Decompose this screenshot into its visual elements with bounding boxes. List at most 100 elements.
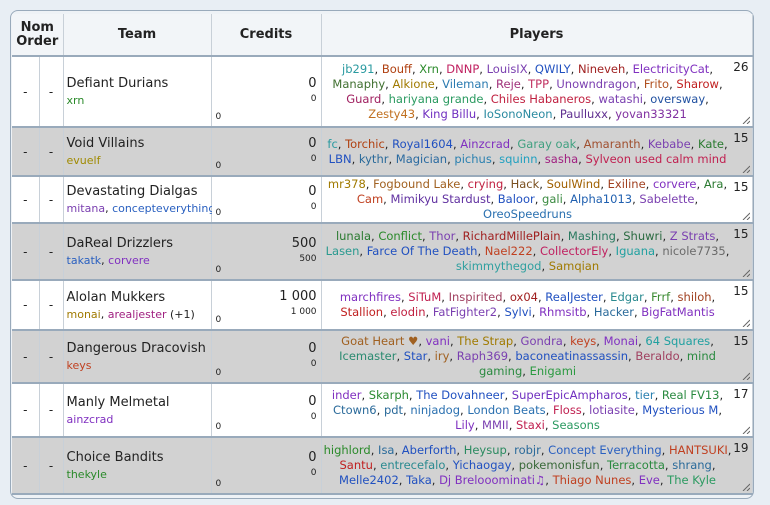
player-link[interactable]: Edgar bbox=[610, 290, 644, 304]
player-link[interactable]: IoSonoNeon bbox=[483, 107, 552, 121]
player-link[interactable]: Sylveon used calm mind bbox=[585, 152, 726, 166]
player-link[interactable]: shiloh bbox=[678, 290, 712, 304]
resize-grip-icon[interactable] bbox=[742, 165, 750, 173]
player-link[interactable]: Sylvi bbox=[504, 305, 531, 319]
player-link[interactable]: The Dovahneer bbox=[416, 388, 504, 402]
player-link[interactable]: elodin bbox=[390, 305, 425, 319]
player-link[interactable]: Baloor bbox=[498, 192, 535, 206]
player-link[interactable]: Frrf bbox=[651, 290, 670, 304]
player-link[interactable]: BigFatMantis bbox=[641, 305, 714, 319]
player-link[interactable]: pdt bbox=[384, 403, 403, 417]
player-link[interactable]: RichardMillePlain bbox=[463, 229, 561, 243]
team-name[interactable]: Dangerous Dracovish bbox=[64, 341, 211, 356]
team-manager-link[interactable]: ainzcrad bbox=[67, 413, 114, 426]
resize-grip-icon[interactable] bbox=[742, 426, 750, 434]
player-link[interactable]: Melle2402 bbox=[339, 473, 399, 487]
player-link[interactable]: DNNP bbox=[446, 62, 479, 76]
player-link[interactable]: Hack bbox=[511, 177, 540, 191]
player-link[interactable]: nicole7735 bbox=[662, 244, 725, 258]
team-manager-link[interactable]: concepteverything bbox=[112, 202, 215, 215]
player-link[interactable]: London Beats bbox=[467, 403, 545, 417]
player-link[interactable]: Aberforth bbox=[402, 443, 457, 457]
player-link[interactable]: Xrn bbox=[419, 62, 439, 76]
player-link[interactable]: Skarph bbox=[369, 388, 409, 402]
player-link[interactable]: Kate bbox=[698, 137, 724, 151]
player-link[interactable]: Raph369 bbox=[457, 349, 508, 363]
player-link[interactable]: King Billu bbox=[422, 107, 476, 121]
player-link[interactable]: Nael222 bbox=[485, 244, 533, 258]
player-link[interactable]: Reje bbox=[496, 77, 521, 91]
player-link[interactable]: Samqian bbox=[549, 259, 599, 273]
team-name[interactable]: Alolan Mukkers bbox=[64, 290, 211, 305]
resize-grip-icon[interactable] bbox=[742, 483, 750, 491]
player-link[interactable]: Sabelette bbox=[639, 192, 694, 206]
resize-grip-icon[interactable] bbox=[742, 212, 750, 220]
player-link[interactable]: Ainzcrad bbox=[460, 137, 510, 151]
resize-grip-icon[interactable] bbox=[742, 319, 750, 327]
player-link[interactable]: iry bbox=[435, 349, 450, 363]
header-team[interactable]: Team bbox=[63, 14, 212, 57]
player-link[interactable]: Magician bbox=[396, 152, 447, 166]
player-link[interactable]: Alkione bbox=[392, 77, 434, 91]
player-link[interactable]: Eve bbox=[639, 473, 660, 487]
player-link[interactable]: Guard bbox=[346, 92, 381, 106]
team-manager-link[interactable]: keys bbox=[67, 359, 92, 372]
team-manager-link[interactable]: takatk bbox=[67, 254, 102, 267]
player-link[interactable]: Monai bbox=[604, 334, 639, 348]
player-link[interactable]: Kebabe bbox=[648, 137, 691, 151]
player-link[interactable]: The Kyle bbox=[667, 473, 716, 487]
player-link[interactable]: pichus bbox=[454, 152, 491, 166]
player-link[interactable]: inder bbox=[332, 388, 362, 402]
player-link[interactable]: gali bbox=[542, 192, 563, 206]
player-link[interactable]: yovan33321 bbox=[615, 107, 687, 121]
player-link[interactable]: QWILY bbox=[535, 62, 571, 76]
player-link[interactable]: watashi bbox=[598, 92, 642, 106]
player-link[interactable]: Exiline bbox=[608, 177, 646, 191]
player-link[interactable]: Bouff bbox=[382, 62, 412, 76]
player-link[interactable]: Inspirited bbox=[449, 290, 503, 304]
player-link[interactable]: Thiago Nunes bbox=[553, 473, 632, 487]
team-manager-link[interactable]: evuelf bbox=[67, 154, 101, 167]
player-link[interactable]: Mimikyu Stardust bbox=[390, 192, 490, 206]
resize-grip-icon[interactable] bbox=[742, 116, 750, 124]
player-link[interactable]: Mysterious M bbox=[642, 403, 718, 417]
player-link[interactable]: Santu bbox=[340, 458, 373, 472]
player-link[interactable]: HANTSUKI bbox=[669, 443, 728, 457]
player-link[interactable]: Zesty43 bbox=[368, 107, 415, 121]
player-link[interactable]: Shuwri bbox=[623, 229, 662, 243]
player-link[interactable]: TPP bbox=[528, 77, 549, 91]
player-link[interactable]: Stallion bbox=[340, 305, 383, 319]
player-link[interactable]: marchfires bbox=[340, 290, 401, 304]
player-link[interactable]: Farce Of The Death bbox=[367, 244, 478, 258]
player-link[interactable]: SuperEpicAmpharos bbox=[512, 388, 628, 402]
player-link[interactable]: Beraldo bbox=[635, 349, 679, 363]
player-link[interactable]: Fogbound Lake bbox=[373, 177, 460, 191]
player-link[interactable]: Hacker bbox=[594, 305, 634, 319]
team-name[interactable]: Choice Bandits bbox=[64, 450, 211, 465]
player-link[interactable]: SiTuM bbox=[408, 290, 441, 304]
player-link[interactable]: Heysup bbox=[464, 443, 507, 457]
player-link[interactable]: corvere bbox=[653, 177, 697, 191]
player-link[interactable]: Conflict bbox=[378, 229, 422, 243]
more-managers-count[interactable]: (+1) bbox=[170, 308, 195, 321]
player-link[interactable]: Amaranth bbox=[584, 137, 641, 151]
player-link[interactable]: Vileman bbox=[442, 77, 489, 91]
player-link[interactable]: Terracotta bbox=[607, 458, 665, 472]
player-link[interactable]: Lily bbox=[455, 418, 475, 432]
player-link[interactable]: LouisIX bbox=[487, 62, 528, 76]
player-link[interactable]: Royal1604 bbox=[392, 137, 453, 151]
player-link[interactable]: entrecefalo bbox=[380, 458, 445, 472]
team-manager-link[interactable]: mitana bbox=[67, 202, 106, 215]
player-link[interactable]: Dj Brelooominati♫ bbox=[439, 473, 545, 487]
player-link[interactable]: sasha bbox=[545, 152, 578, 166]
player-link[interactable]: highlord bbox=[324, 443, 371, 457]
player-link[interactable]: Ctown6 bbox=[333, 403, 377, 417]
player-link[interactable]: Enigami bbox=[530, 364, 577, 378]
player-link[interactable]: crying bbox=[468, 177, 504, 191]
player-link[interactable]: Ara bbox=[704, 177, 724, 191]
player-link[interactable]: Icemaster bbox=[339, 349, 396, 363]
player-link[interactable]: squinn bbox=[499, 152, 537, 166]
team-manager-link[interactable]: thekyle bbox=[67, 468, 107, 481]
player-link[interactable]: Frito bbox=[644, 77, 669, 91]
team-manager-link[interactable]: xrn bbox=[67, 94, 85, 107]
